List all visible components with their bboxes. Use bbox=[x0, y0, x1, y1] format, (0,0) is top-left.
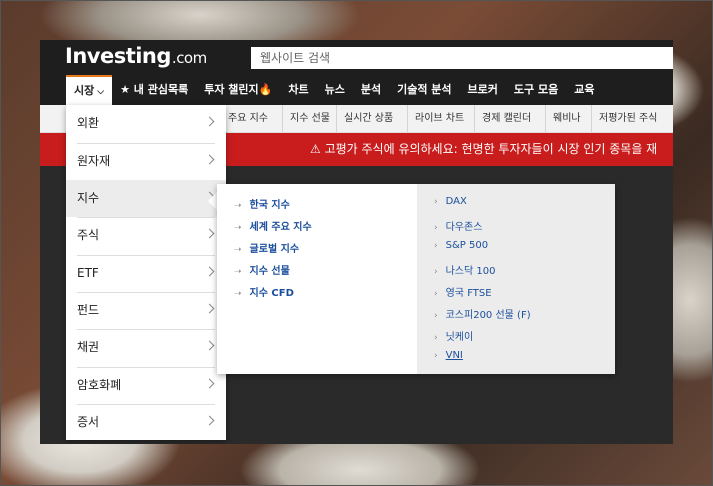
chevron-right-icon bbox=[204, 340, 215, 351]
chevron-right-icon: › bbox=[434, 311, 438, 321]
arrow-right-icon: ➝ bbox=[234, 289, 242, 299]
arrow-right-icon: ➝ bbox=[234, 267, 242, 277]
index-link-nikkei[interactable]: › 닛케이 bbox=[434, 328, 473, 343]
subnav-major-indices[interactable]: 주요 지수 bbox=[220, 105, 275, 132]
popular-indices-panel bbox=[417, 184, 615, 374]
nav-technical[interactable]: 기술적 분석 bbox=[389, 75, 459, 105]
menu-item-commodities[interactable]: 원자재 bbox=[66, 143, 226, 180]
index-link-ftse[interactable]: › 영국 FTSE bbox=[434, 284, 492, 299]
main-nav: 시장 ⌵ ★ 내 관심목록 투자 챌린지🔥 차트 뉴스 분석 기술적 분석 브로커… bbox=[40, 75, 673, 105]
nav-news[interactable]: 뉴스 bbox=[317, 75, 353, 105]
index-label: 나스닥 100 bbox=[445, 266, 496, 277]
menu-item-forex[interactable]: 외환 bbox=[66, 105, 226, 142]
chevron-right-icon bbox=[204, 303, 215, 314]
arrow-right-icon: ➝ bbox=[234, 201, 242, 211]
index-label: 다우존스 bbox=[445, 222, 483, 233]
index-label: 영국 FTSE bbox=[445, 288, 492, 299]
index-label: DAX bbox=[445, 196, 467, 207]
submenu-korea-indices[interactable]: ➝ 한국 지수 bbox=[234, 196, 290, 211]
menu-item-label: 주식 bbox=[77, 228, 100, 242]
submenu-index-futures[interactable]: ➝ 지수 선물 bbox=[234, 262, 290, 277]
site-logo[interactable]: Investing.com bbox=[65, 44, 207, 68]
chevron-right-icon bbox=[204, 378, 215, 389]
chevron-right-icon: › bbox=[434, 333, 438, 343]
chevron-right-icon bbox=[204, 415, 215, 426]
index-link-dow-jones[interactable]: › 다우존스 bbox=[434, 218, 482, 233]
submenu-label: 지수 선물 bbox=[249, 266, 290, 277]
index-label: VNI bbox=[445, 350, 463, 361]
index-link-kospi200-futures[interactable]: › 코스피200 선물 (F) bbox=[434, 306, 531, 321]
chevron-right-icon bbox=[204, 154, 215, 165]
menu-item-label: 펀드 bbox=[77, 303, 100, 317]
chevron-right-icon bbox=[204, 116, 215, 127]
subnav-webinar[interactable]: 웨비나 bbox=[545, 105, 588, 132]
index-link-vni[interactable]: › VNI bbox=[434, 350, 463, 361]
subnav-undervalued[interactable]: 저평가된 주식 bbox=[591, 105, 664, 132]
chevron-right-icon: › bbox=[434, 223, 438, 233]
nav-brokers[interactable]: 브로커 bbox=[460, 75, 506, 105]
submenu-label: 글로벌 지수 bbox=[249, 244, 300, 255]
nav-charts[interactable]: 차트 bbox=[280, 75, 316, 105]
nav-challenge[interactable]: 투자 챌린지🔥 bbox=[196, 75, 280, 105]
chevron-down-icon: ⌵ bbox=[97, 87, 105, 97]
nav-education[interactable]: 교육 bbox=[566, 75, 602, 105]
index-label: S&P 500 bbox=[445, 240, 489, 251]
search-input[interactable] bbox=[251, 47, 673, 69]
menu-item-bonds[interactable]: 채권 bbox=[66, 329, 226, 366]
chevron-right-icon: › bbox=[434, 351, 438, 361]
menu-item-label: 암호화폐 bbox=[77, 378, 122, 392]
menu-item-label: 증서 bbox=[77, 415, 100, 429]
logo-main: Investing bbox=[65, 44, 171, 68]
menu-item-crypto[interactable]: 암호화폐 bbox=[66, 367, 226, 404]
menu-item-etf[interactable]: ETF bbox=[66, 255, 226, 292]
submenu-label: 지수 CFD bbox=[249, 288, 294, 299]
chevron-right-icon: › bbox=[434, 267, 438, 277]
index-label: 코스피200 선물 (F) bbox=[445, 310, 531, 321]
submenu-label: 세계 주요 지수 bbox=[249, 222, 312, 233]
menu-item-label: 채권 bbox=[77, 340, 100, 354]
index-link-sp500[interactable]: › S&P 500 bbox=[434, 240, 488, 251]
index-link-nasdaq100[interactable]: › 나스닥 100 bbox=[434, 262, 495, 277]
indices-submenu: ➝ 한국 지수 ➝ 세계 주요 지수 ➝ 글로벌 지수 ➝ 지수 선물 ➝ 지수 CFD … bbox=[217, 184, 615, 374]
submenu-index-cfd[interactable]: ➝ 지수 CFD bbox=[234, 284, 294, 299]
chevron-right-icon: › bbox=[434, 197, 438, 207]
chevron-right-icon: › bbox=[434, 289, 438, 299]
alert-text: ⚠ 고평가 주식에 유의하세요: 현명한 투자자들이 시장 인기 종목을 재 bbox=[310, 142, 658, 156]
top-bar: Investing.com bbox=[40, 40, 673, 75]
submenu-global-indices[interactable]: ➝ 글로벌 지수 bbox=[234, 240, 299, 255]
menu-item-label: 지수 bbox=[77, 191, 100, 205]
menu-item-label: 원자재 bbox=[77, 154, 111, 168]
logo-suffix: .com bbox=[171, 49, 207, 67]
markets-dropdown: 외환 원자재 지수 주식 ETF 펀드 채권 암호화폐 증서 bbox=[66, 105, 226, 440]
subnav-live-charts[interactable]: 라이브 차트 bbox=[407, 105, 471, 132]
arrow-right-icon: ➝ bbox=[234, 245, 242, 255]
investing-site-window: Investing.com 시장⌵ ★ 내 관심목록 투자 챌린지🔥 차트 뉴스… bbox=[40, 40, 673, 444]
submenu-label: 한국 지수 bbox=[249, 200, 290, 211]
subnav-index-futures[interactable]: 지수 선물 bbox=[282, 105, 337, 132]
arrow-right-icon: ➝ bbox=[234, 223, 242, 233]
chevron-right-icon bbox=[204, 228, 215, 239]
menu-item-indices[interactable]: 지수 bbox=[66, 180, 226, 217]
nav-markets[interactable]: 시장 ⌵ bbox=[66, 75, 113, 105]
subnav-economic-calendar[interactable]: 경제 캘린더 bbox=[474, 105, 538, 132]
index-link-dax[interactable]: › DAX bbox=[434, 196, 467, 207]
menu-item-label: 외환 bbox=[77, 116, 100, 130]
menu-item-funds[interactable]: 펀드 bbox=[66, 292, 226, 329]
nav-analysis[interactable]: 분석 bbox=[353, 75, 389, 105]
nav-markets-label: 시장 bbox=[74, 84, 95, 97]
chevron-right-icon: › bbox=[434, 241, 438, 251]
menu-item-certificates[interactable]: 증서 bbox=[66, 404, 226, 441]
submenu-world-major[interactable]: ➝ 세계 주요 지수 bbox=[234, 218, 312, 233]
nav-tools[interactable]: 도구 모음 bbox=[506, 75, 566, 105]
subnav-realtime-commodities[interactable]: 실시간 상품 bbox=[336, 105, 400, 132]
chevron-right-icon bbox=[204, 266, 215, 277]
menu-item-label: ETF bbox=[77, 266, 99, 280]
menu-item-stocks[interactable]: 주식 bbox=[66, 217, 226, 254]
nav-watchlist[interactable]: ★ 내 관심목록 bbox=[112, 75, 196, 105]
index-label: 닛케이 bbox=[445, 332, 474, 343]
